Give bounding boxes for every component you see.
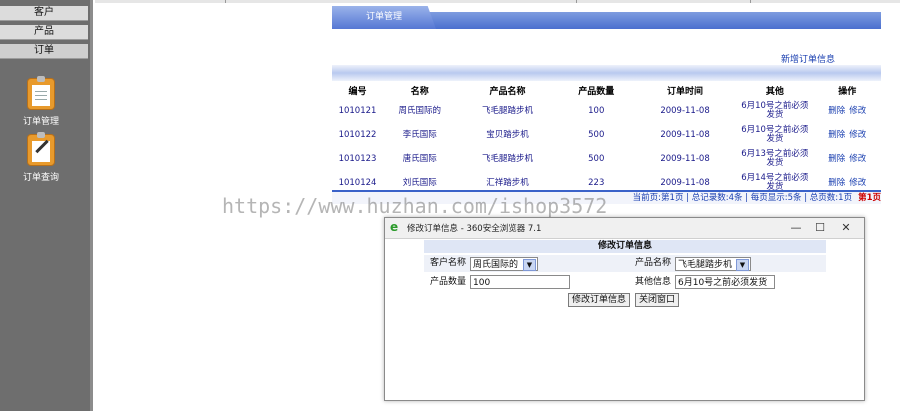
table-header-bar <box>332 65 881 81</box>
other-input[interactable]: 6月10号之前必须发货 <box>675 275 775 289</box>
product-select[interactable]: 飞毛腿踏步机 ▼ <box>675 257 751 271</box>
product-value: 飞毛腿踏步机 <box>678 260 733 270</box>
form-row: 客户名称 周氏国际的 ▼ 产品名称 飞毛腿踏步机 ▼ <box>424 255 826 272</box>
cell-other: 6月13号之前必须发货 <box>741 149 809 168</box>
add-order-link[interactable]: 新增订单信息 <box>781 52 835 65</box>
clipboard-pen-icon <box>27 132 55 166</box>
table-row: 1010121 周氏国际的 飞毛腿踏步机 100 2009-11-08 6月10… <box>332 99 881 123</box>
current-page: 第1页 <box>858 193 881 203</box>
close-icon[interactable]: ✕ <box>835 220 857 235</box>
chevron-down-icon: ▼ <box>736 259 749 271</box>
cell-actions: 删除 修改 <box>814 99 881 123</box>
cell-qty: 500 <box>588 129 605 140</box>
product-label: 产品名称 <box>635 258 672 268</box>
maximize-icon[interactable]: ☐ <box>809 220 831 235</box>
cell-name: 周氏国际的 <box>398 105 441 116</box>
sidebar-tab-customer[interactable]: 客户 <box>0 6 88 21</box>
dialog-titlebar: e 修改订单信息 - 360安全浏览器 7.1 — ☐ ✕ <box>385 218 864 239</box>
cell-product: 飞毛腿踏步机 <box>481 105 533 116</box>
sidebar: 客户 产品 订单 订单管理 订单查询 <box>0 0 93 411</box>
dialog-window-title: 修改订单信息 - 360安全浏览器 7.1 <box>407 224 542 234</box>
browser-icon: e <box>390 220 399 234</box>
close-window-button[interactable]: 关闭窗口 <box>635 293 679 307</box>
delete-link[interactable]: 删除 <box>828 106 845 116</box>
qty-input[interactable]: 100 <box>470 275 570 289</box>
pagination-text: 当前页:第1页 | 总记录数:4条 | 每页显示:5条 | 总页数:1页 <box>632 193 853 203</box>
cell-other: 6月10号之前必须发货 <box>741 125 809 144</box>
submit-button[interactable]: 修改订单信息 <box>568 293 630 307</box>
edit-link[interactable]: 修改 <box>849 106 866 116</box>
delete-link[interactable]: 删除 <box>828 130 845 140</box>
sidebar-item-label: 订单查询 <box>22 173 59 183</box>
cell-product: 飞毛腿踏步机 <box>481 153 533 164</box>
edit-link[interactable]: 修改 <box>849 154 866 164</box>
delete-link[interactable]: 删除 <box>828 154 845 164</box>
clipboard-icon <box>27 76 55 110</box>
cell-time: 2009-11-08 <box>660 153 710 164</box>
cell-other: 6月10号之前必须发货 <box>741 101 809 120</box>
column-header: 操作 <box>838 87 857 97</box>
column-header: 产品名称 <box>489 87 526 97</box>
sidebar-tab-order[interactable]: 订单 <box>0 44 88 59</box>
cell-actions: 删除 修改 <box>814 147 881 171</box>
edit-link[interactable]: 修改 <box>849 130 866 140</box>
cell-name: 唐氏国际 <box>402 153 437 164</box>
sidebar-item-order-query[interactable]: 订单查询 <box>14 132 68 183</box>
top-strip <box>95 0 900 3</box>
cell-product: 宝贝踏步机 <box>486 129 529 140</box>
qty-label: 产品数量 <box>430 277 467 287</box>
header-tab: 订单管理 <box>332 6 436 29</box>
divider <box>225 0 226 3</box>
column-header: 编号 <box>348 87 367 97</box>
column-header: 名称 <box>410 87 429 97</box>
delete-link[interactable]: 删除 <box>828 178 845 188</box>
form-title: 修改订单信息 <box>424 240 826 253</box>
cell-actions: 删除 修改 <box>814 123 881 147</box>
table-row: 1010122 李氏国际 宝贝踏步机 500 2009-11-08 6月10号之… <box>332 123 881 147</box>
edit-link[interactable]: 修改 <box>849 178 866 188</box>
cell-name: 李氏国际 <box>402 129 437 140</box>
form-row: 产品数量 100 其他信息 6月10号之前必须发货 <box>424 274 826 291</box>
divider <box>576 0 577 3</box>
edit-order-dialog: e 修改订单信息 - 360安全浏览器 7.1 — ☐ ✕ 修改订单信息 客户名… <box>384 217 865 401</box>
chevron-down-icon: ▼ <box>523 259 536 271</box>
sidebar-tab-product[interactable]: 产品 <box>0 25 88 40</box>
watermark: https://www.huzhan.com/ishop3572 <box>222 194 608 218</box>
column-header: 产品数量 <box>578 87 615 97</box>
cell-time: 2009-11-08 <box>660 105 710 116</box>
cell-time: 2009-11-08 <box>660 129 710 140</box>
customer-select[interactable]: 周氏国际的 ▼ <box>470 257 538 271</box>
column-header: 订单时间 <box>667 87 704 97</box>
other-label: 其他信息 <box>635 277 672 287</box>
column-header: 其他 <box>765 87 784 97</box>
cell-id: 1010122 <box>338 129 377 140</box>
sidebar-item-order-manage[interactable]: 订单管理 <box>14 76 68 127</box>
cell-qty: 500 <box>588 153 605 164</box>
sidebar-item-label: 订单管理 <box>22 117 59 127</box>
cell-id: 1010123 <box>338 153 377 164</box>
cell-qty: 100 <box>588 105 605 116</box>
order-table: 编号 名称 产品名称 产品数量 订单时间 其他 操作 1010121 周氏国际的… <box>332 82 881 195</box>
cell-id: 1010121 <box>338 105 377 116</box>
customer-value: 周氏国际的 <box>473 260 519 270</box>
divider <box>750 0 751 3</box>
customer-label: 客户名称 <box>430 258 467 268</box>
minimize-icon[interactable]: — <box>785 220 807 235</box>
table-row: 1010123 唐氏国际 飞毛腿踏步机 500 2009-11-08 6月13号… <box>332 147 881 171</box>
